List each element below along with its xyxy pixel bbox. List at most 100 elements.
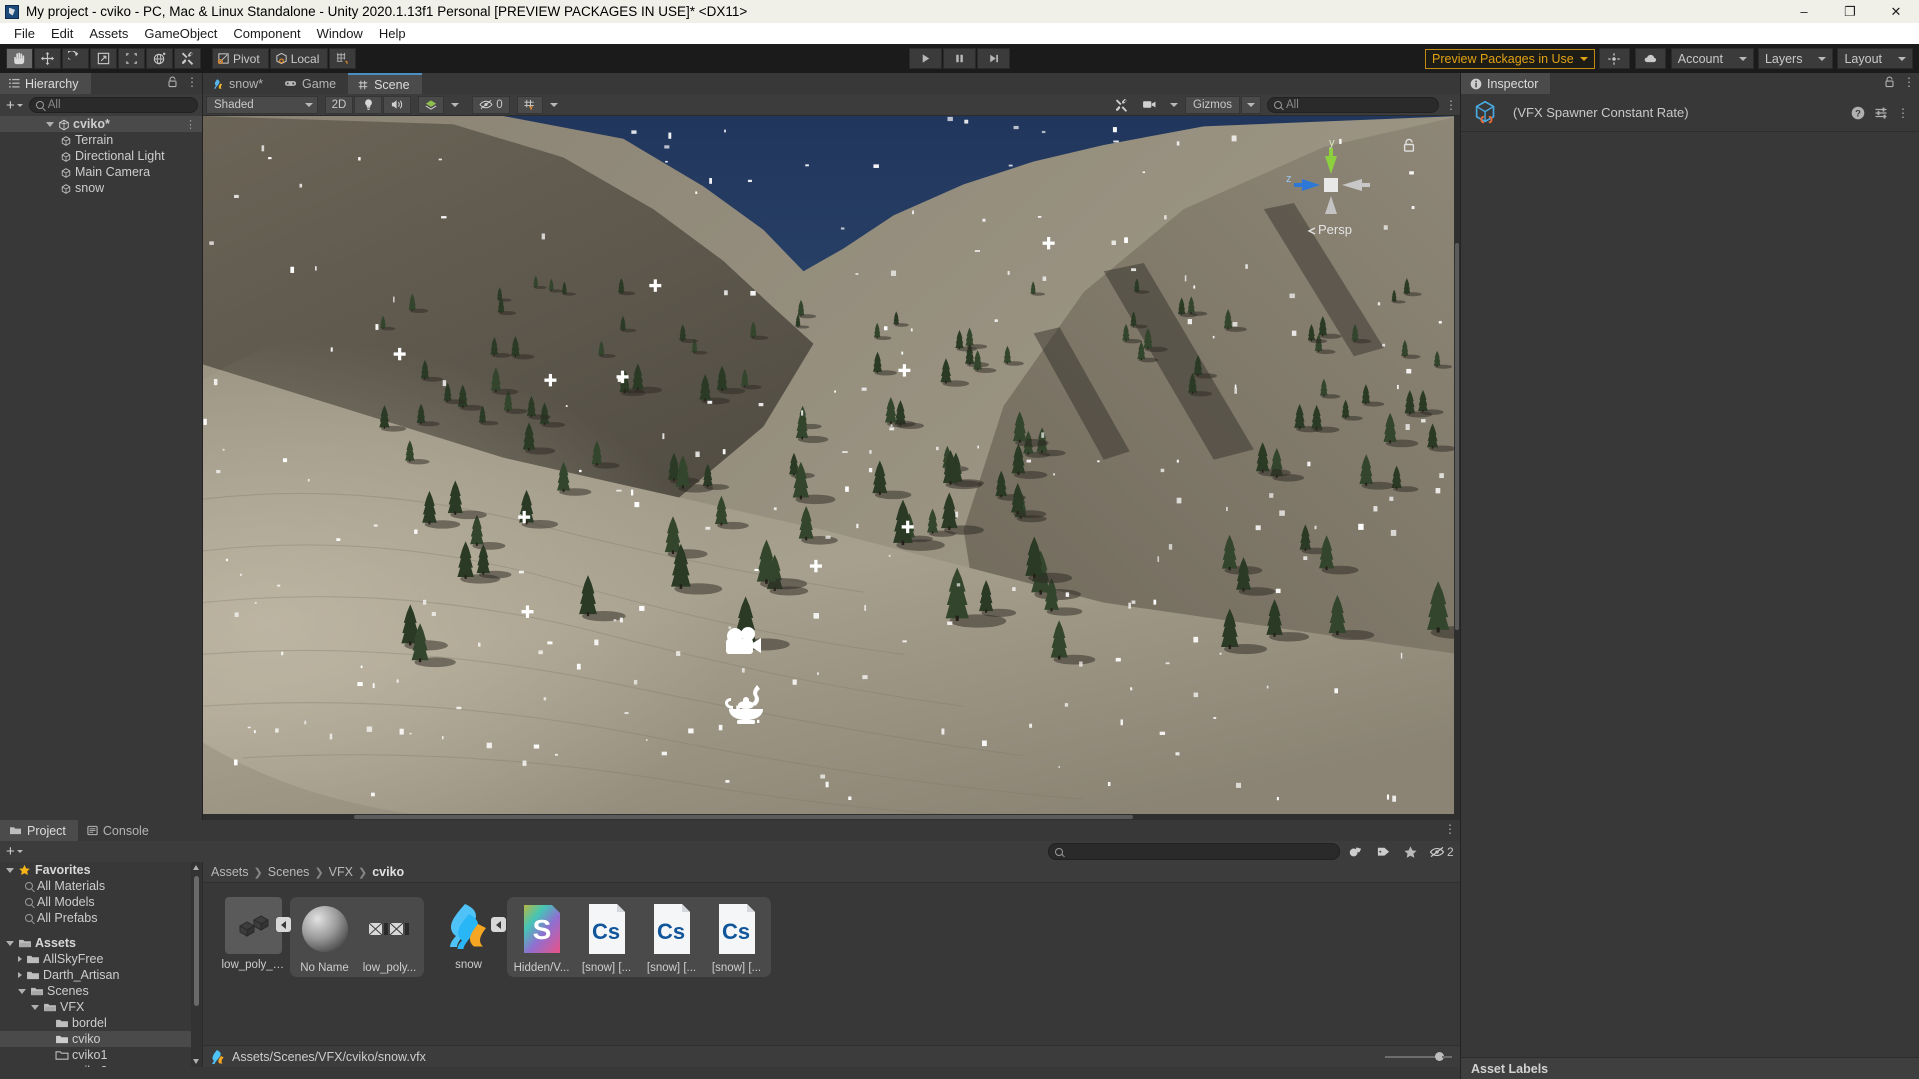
tree-item-scenes[interactable]: Scenes [0, 983, 202, 999]
asset-labels-section[interactable]: Asset Labels [1461, 1057, 1919, 1079]
tree-item-cviko[interactable]: cviko [0, 1031, 202, 1047]
tab-project[interactable]: Project [0, 820, 78, 841]
asset-item-low-poly-texture[interactable]: low_poly... [357, 900, 422, 974]
tab-console[interactable]: Console [77, 820, 161, 841]
tab-scene[interactable]: Scene [348, 73, 422, 94]
gizmo-search-input[interactable]: All [1267, 96, 1439, 113]
menu-edit[interactable]: Edit [43, 24, 81, 43]
gizmos-button[interactable]: Gizmos [1185, 95, 1240, 114]
effects-icon[interactable] [418, 95, 444, 114]
kebab-icon[interactable]: ⋮ [1444, 823, 1456, 835]
tab-hierarchy[interactable]: Hierarchy [0, 73, 91, 94]
account-dropdown[interactable]: Account [1670, 48, 1754, 69]
grid-visibility-icon[interactable] [517, 95, 543, 114]
move-tool-button[interactable] [34, 48, 61, 69]
grid-dropdown[interactable] [544, 95, 564, 114]
minimize-button[interactable]: – [1781, 0, 1827, 23]
tree-item-vfx[interactable]: VFX [0, 999, 202, 1015]
chevron-down-icon[interactable] [31, 1004, 39, 1010]
hierarchy-add-button[interactable]: + [4, 97, 25, 114]
local-button[interactable]: Local [269, 48, 329, 69]
effects-dropdown[interactable] [445, 95, 465, 114]
hierarchy-item-directional-light[interactable]: Directional Light [0, 148, 202, 164]
filter-label-icon[interactable] [1376, 845, 1391, 859]
toggle-2d-button[interactable]: 2D [325, 95, 353, 114]
chevron-down-icon[interactable] [6, 940, 14, 946]
asset-item-no-name[interactable]: No Name [292, 900, 357, 974]
viewport-scrollbar-vertical[interactable] [1454, 116, 1460, 820]
chevron-right-icon[interactable] [18, 972, 22, 978]
preset-icon[interactable] [1874, 106, 1888, 120]
custom-tool-button[interactable] [174, 48, 201, 69]
hierarchy-item-snow[interactable]: snow [0, 180, 202, 196]
kebab-icon[interactable]: ⋮ [1445, 99, 1457, 111]
project-add-button[interactable]: + [4, 843, 25, 860]
tree-item-darth-artisan[interactable]: Darth_Artisan [0, 967, 202, 983]
asset-item-snow-script-2[interactable]: Cs [snow] [... [639, 900, 704, 974]
chevron-right-icon[interactable] [18, 956, 22, 962]
hierarchy-item-cviko[interactable]: cviko* ⋮ [0, 116, 202, 132]
menu-file[interactable]: File [6, 24, 43, 43]
asset-item-snow-script-1[interactable]: Cs [snow] [... [574, 900, 639, 974]
expand-subassets-icon[interactable] [276, 917, 291, 932]
pause-button[interactable] [942, 48, 976, 69]
tree-item-favorites[interactable]: Favorites [0, 862, 202, 878]
kebab-icon[interactable]: ⋮ [186, 76, 198, 88]
tree-item-allskyfree[interactable]: AllSkyFree [0, 951, 202, 967]
tree-item-cviko1[interactable]: cviko1 [0, 1047, 202, 1063]
breadcrumb-vfx[interactable]: VFX [329, 865, 353, 879]
asset-item-snow[interactable]: snow [436, 897, 506, 971]
pivot-button[interactable]: Pivot [212, 48, 269, 69]
kebab-icon[interactable]: ⋮ [1897, 107, 1909, 119]
hierarchy-search-input[interactable]: All [28, 97, 198, 113]
tree-item-bordel[interactable]: bordel [0, 1015, 202, 1031]
play-button[interactable] [908, 48, 942, 69]
kebab-icon[interactable]: ⋮ [185, 118, 196, 131]
lightbulb-icon[interactable] [354, 95, 382, 114]
tree-item-all-materials[interactable]: All Materials [0, 878, 202, 894]
breadcrumb-assets[interactable]: Assets [211, 865, 249, 879]
cloud-icon[interactable] [1634, 48, 1666, 69]
tree-item-cviko2[interactable]: cviko2 [0, 1063, 202, 1067]
asset-item-snow-script-3[interactable]: Cs [snow] [... [704, 900, 769, 974]
scale-tool-button[interactable] [90, 48, 117, 69]
scroll-down-arrow-icon[interactable] [193, 1059, 199, 1064]
scene-camera-dropdown[interactable] [1164, 95, 1185, 114]
star-icon[interactable] [1403, 845, 1418, 859]
tab-game[interactable]: Game [275, 73, 349, 94]
scene-tools-icon[interactable] [1108, 95, 1136, 114]
menu-component[interactable]: Component [225, 24, 308, 43]
rotate-tool-button[interactable] [62, 48, 89, 69]
scene-axis-gizmo[interactable]: y z Persp [1284, 134, 1380, 238]
hierarchy-item-main-camera[interactable]: Main Camera [0, 164, 202, 180]
transform-tool-button[interactable] [146, 48, 173, 69]
breadcrumb-scenes[interactable]: Scenes [268, 865, 310, 879]
thumbnail-zoom-slider[interactable] [1385, 1052, 1452, 1061]
chevron-down-icon[interactable] [46, 121, 54, 127]
collab-icon[interactable] [1598, 48, 1630, 69]
hierarchy-item-terrain[interactable]: Terrain [0, 132, 202, 148]
scene-camera-icon[interactable] [1136, 95, 1164, 114]
light-gizmo-icon[interactable] [723, 683, 771, 729]
chevron-down-icon[interactable] [6, 867, 14, 873]
menu-assets[interactable]: Assets [81, 24, 136, 43]
tree-item-all-models[interactable]: All Models [0, 894, 202, 910]
asset-item-hidden-shader[interactable]: S Hidden/V... [509, 900, 574, 974]
speaker-icon[interactable] [383, 95, 411, 114]
hidden-objects-button[interactable]: 0 [472, 95, 510, 114]
step-button[interactable] [976, 48, 1010, 69]
filter-type-icon[interactable] [1348, 845, 1364, 859]
lock-icon[interactable] [167, 76, 178, 88]
maximize-button[interactable]: ❐ [1827, 0, 1873, 23]
menu-help[interactable]: Help [371, 24, 414, 43]
layout-dropdown[interactable]: Layout [1837, 48, 1913, 69]
close-button[interactable]: ✕ [1873, 0, 1919, 23]
project-tree-scrollbar[interactable] [191, 862, 202, 1067]
project-search-input[interactable] [1048, 843, 1340, 860]
expand-subassets-icon[interactable] [491, 917, 506, 932]
grid-snap-icon[interactable] [329, 48, 357, 69]
menu-window[interactable]: Window [309, 24, 371, 43]
scene-viewport[interactable]: y z Persp [203, 116, 1460, 820]
kebab-icon[interactable]: ⋮ [1903, 76, 1915, 88]
hand-tool-button[interactable] [6, 48, 33, 69]
